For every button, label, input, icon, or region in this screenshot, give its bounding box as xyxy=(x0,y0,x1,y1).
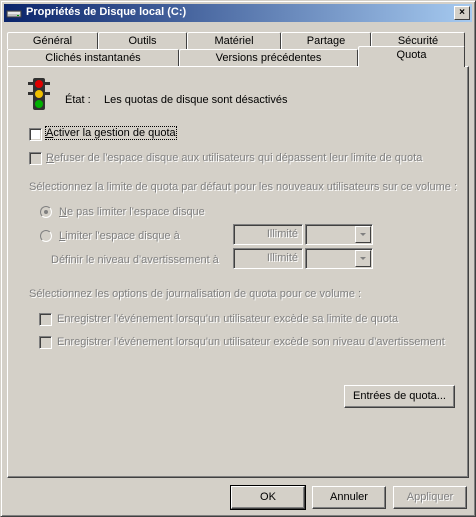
tab-hardware[interactable]: Matériel xyxy=(187,32,281,49)
warning-unit-select[interactable] xyxy=(305,248,373,269)
log-warning-checkbox[interactable] xyxy=(39,336,52,349)
limit-radio[interactable] xyxy=(40,230,52,242)
drive-icon xyxy=(6,10,22,18)
default-limit-heading: Sélectionnez la limite de quota par défa… xyxy=(29,181,458,193)
limit-unit-select[interactable] xyxy=(305,224,373,245)
tab-tools[interactable]: Outils xyxy=(98,32,187,49)
quota-entries-button[interactable]: Entrées de quota... xyxy=(344,385,455,408)
chevron-down-icon xyxy=(360,257,366,260)
warning-value-field[interactable]: Illimité xyxy=(233,248,303,269)
ok-button[interactable]: OK xyxy=(230,485,306,510)
tab-previous-versions[interactable]: Versions précédentes xyxy=(179,49,358,66)
logging-heading: Sélectionnez les options de journalisati… xyxy=(29,288,362,300)
enable-quota-checkbox[interactable] xyxy=(29,128,42,141)
properties-dialog: Propriétés de Disque local (C:) × Généra… xyxy=(0,0,476,517)
window-title: Propriétés de Disque local (C:) xyxy=(26,6,187,18)
status-label: État : xyxy=(65,94,91,106)
cancel-button[interactable]: Annuler xyxy=(312,486,386,509)
limit-unit-dropdown-button[interactable] xyxy=(355,226,371,243)
close-icon: × xyxy=(459,7,465,18)
log-limit-checkbox[interactable] xyxy=(39,313,52,326)
deny-space-label: Refuser de l'espace disque aux utilisate… xyxy=(46,152,423,164)
status-value: Les quotas de disque sont désactivés xyxy=(104,94,288,106)
deny-space-checkbox[interactable] xyxy=(29,152,42,165)
log-warning-label: Enregistrer l'événement lorsqu'un utilis… xyxy=(57,336,445,348)
limit-label: Limiter l'espace disque à xyxy=(59,230,180,242)
tab-quota[interactable]: Quota xyxy=(358,46,465,67)
chevron-down-icon xyxy=(360,233,366,236)
apply-button[interactable]: Appliquer xyxy=(393,486,467,509)
limit-value-field[interactable]: Illimité xyxy=(233,224,303,245)
quota-panel: État : Les quotas de disque sont désacti… xyxy=(7,66,469,478)
close-button[interactable]: × xyxy=(454,6,470,20)
no-limit-radio[interactable] xyxy=(40,206,52,218)
traffic-light-icon xyxy=(28,78,50,110)
enable-quota-label[interactable]: Activer la gestion de quota xyxy=(45,126,177,140)
tab-shadow-copies[interactable]: Clichés instantanés xyxy=(7,49,179,66)
warning-label: Définir le niveau d'avertissement à xyxy=(51,254,219,266)
title-bar[interactable]: Propriétés de Disque local (C:) × xyxy=(4,4,472,22)
no-limit-label: Ne pas limiter l'espace disque xyxy=(59,206,205,218)
log-limit-label: Enregistrer l'événement lorsqu'un utilis… xyxy=(57,313,399,325)
tab-general[interactable]: Général xyxy=(7,32,98,49)
warning-unit-dropdown-button[interactable] xyxy=(355,250,371,267)
